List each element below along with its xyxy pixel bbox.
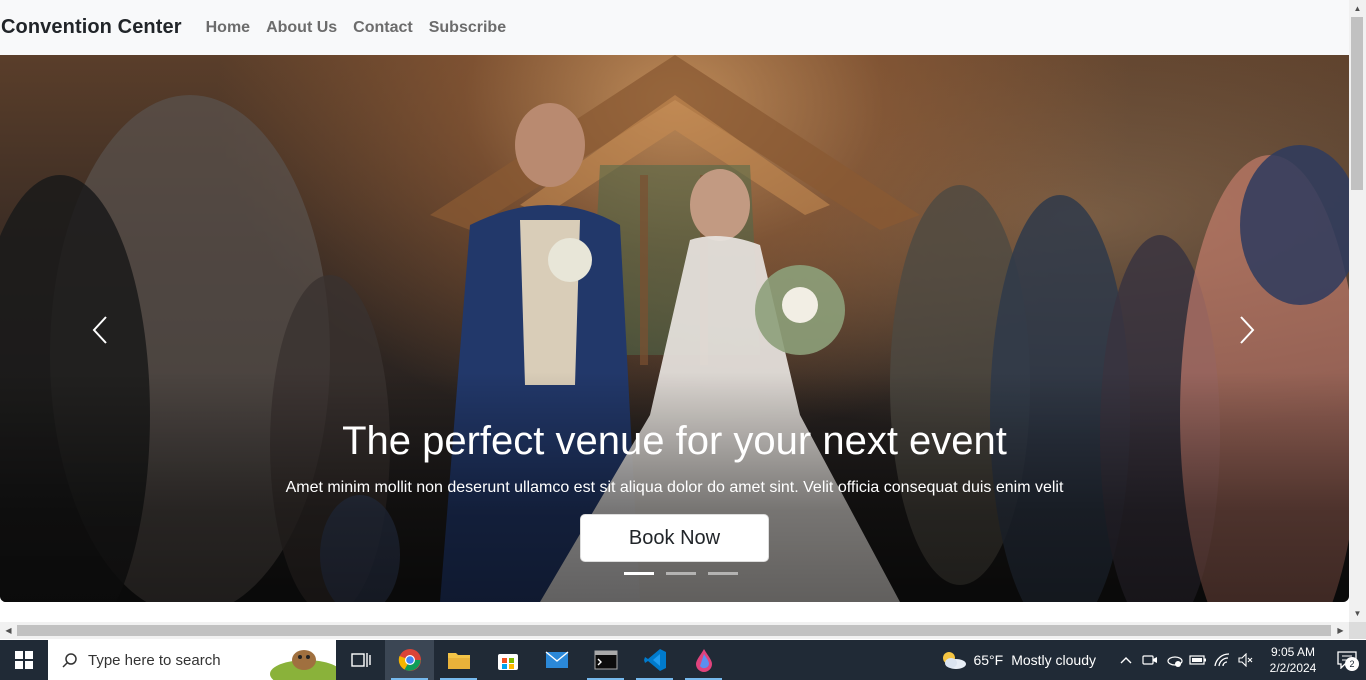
notification-center-button[interactable]: 2 bbox=[1328, 640, 1366, 680]
cloudy-weather-icon bbox=[943, 652, 967, 669]
scroll-left-arrow-icon[interactable]: ◀ bbox=[0, 622, 17, 639]
taskbar-search-box[interactable]: Type here to search bbox=[48, 640, 336, 680]
taskbar: Type here to search 65°F Mostly cloudy 9… bbox=[0, 640, 1366, 680]
chevron-left-icon bbox=[92, 316, 107, 344]
system-tray: 65°F Mostly cloudy 9:05 AM 2/2/2024 2 bbox=[935, 640, 1366, 680]
taskbar-app-paint[interactable] bbox=[679, 640, 728, 680]
nav-link-contact[interactable]: Contact bbox=[353, 19, 413, 37]
start-button[interactable] bbox=[0, 640, 48, 680]
search-placeholder: Type here to search bbox=[88, 651, 221, 669]
nav-link-home[interactable]: Home bbox=[206, 19, 250, 37]
vertical-scroll-thumb[interactable] bbox=[1351, 17, 1363, 190]
carousel-indicator-3[interactable] bbox=[708, 572, 738, 575]
search-highlight-icon bbox=[270, 650, 336, 680]
clock-date: 2/2/2024 bbox=[1269, 661, 1317, 675]
carousel-indicator-1[interactable] bbox=[624, 572, 654, 575]
nav-link-about[interactable]: About Us bbox=[266, 19, 337, 37]
taskbar-app-store[interactable] bbox=[483, 640, 532, 680]
store-icon bbox=[497, 654, 518, 670]
wifi-icon[interactable] bbox=[1210, 640, 1234, 680]
nav-link-subscribe[interactable]: Subscribe bbox=[429, 19, 506, 37]
task-view-button[interactable] bbox=[336, 640, 385, 680]
scroll-down-arrow-icon[interactable]: ▼ bbox=[1349, 605, 1366, 622]
brand-logo[interactable]: Convention Center bbox=[1, 16, 182, 39]
search-icon bbox=[62, 653, 77, 668]
notification-count-badge: 2 bbox=[1345, 657, 1359, 671]
carousel-indicators bbox=[624, 572, 738, 575]
paint-drop-icon bbox=[695, 649, 712, 672]
scroll-up-arrow-icon[interactable]: ▲ bbox=[1349, 0, 1366, 17]
book-now-button[interactable]: Book Now bbox=[580, 514, 769, 562]
horizontal-scroll-thumb[interactable] bbox=[17, 625, 1331, 636]
vertical-scrollbar[interactable]: ▲ ▼ bbox=[1349, 0, 1366, 622]
carousel-prev-button[interactable] bbox=[80, 310, 120, 350]
clock-time: 9:05 AM bbox=[1270, 645, 1316, 659]
chevron-right-icon bbox=[1240, 316, 1255, 344]
folder-icon bbox=[447, 653, 470, 669]
carousel-next-button[interactable] bbox=[1227, 310, 1267, 350]
terminal-icon bbox=[594, 650, 617, 670]
taskbar-app-terminal[interactable] bbox=[581, 640, 630, 680]
browser-viewport: Convention Center Home About Us Contact … bbox=[0, 0, 1349, 622]
scrollbar-corner bbox=[1349, 622, 1366, 639]
onedrive-sync-icon[interactable] bbox=[1162, 640, 1186, 680]
taskbar-clock[interactable]: 9:05 AM 2/2/2024 bbox=[1258, 644, 1328, 676]
show-hidden-icons-chevron-up-icon[interactable] bbox=[1114, 640, 1138, 680]
navbar: Convention Center Home About Us Contact … bbox=[0, 0, 1349, 55]
task-view-icon bbox=[350, 653, 371, 667]
meet-now-icon[interactable] bbox=[1138, 640, 1162, 680]
weather-temp: 65°F bbox=[973, 652, 1004, 668]
taskbar-app-mail[interactable] bbox=[532, 640, 581, 680]
windows-logo-icon bbox=[15, 651, 33, 669]
hero-heading: The perfect venue for your next event bbox=[342, 419, 1007, 463]
carousel-indicator-2[interactable] bbox=[666, 572, 696, 575]
scroll-right-arrow-icon[interactable]: ▶ bbox=[1332, 622, 1349, 639]
vscode-icon bbox=[643, 649, 666, 671]
battery-icon[interactable] bbox=[1186, 640, 1210, 680]
weather-condition: Mostly cloudy bbox=[1011, 652, 1096, 668]
hero-carousel: The perfect venue for your next event Am… bbox=[0, 55, 1349, 602]
weather-widget[interactable]: 65°F Mostly cloudy bbox=[935, 640, 1114, 680]
taskbar-app-vscode[interactable] bbox=[630, 640, 679, 680]
taskbar-app-chrome[interactable] bbox=[385, 640, 434, 680]
horizontal-scrollbar[interactable]: ◀ ▶ bbox=[0, 622, 1349, 639]
taskbar-app-file-explorer[interactable] bbox=[434, 640, 483, 680]
chrome-icon bbox=[398, 649, 421, 671]
carousel-caption: The perfect venue for your next event Am… bbox=[0, 415, 1349, 497]
mail-icon bbox=[545, 651, 568, 668]
volume-muted-icon[interactable] bbox=[1234, 640, 1258, 680]
hero-text: Amet minim mollit non deserunt ullamco e… bbox=[285, 479, 1064, 496]
